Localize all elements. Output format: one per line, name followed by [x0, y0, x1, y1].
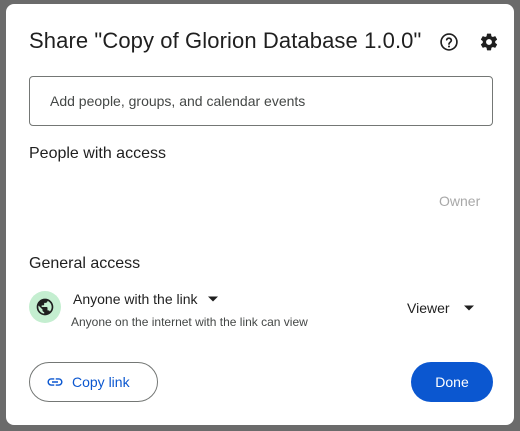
general-access-selected: Anyone with the link: [73, 291, 198, 307]
add-people-input[interactable]: [30, 77, 492, 125]
globe-icon: [36, 298, 54, 316]
role-dropdown[interactable]: Viewer: [407, 298, 474, 318]
people-with-access-heading: People with access: [29, 145, 166, 162]
copy-link-label: Copy link: [72, 374, 130, 390]
done-label: Done: [435, 374, 469, 390]
help-circle-icon: [440, 33, 458, 51]
add-people-field[interactable]: [29, 76, 493, 126]
share-dialog: Share "Copy of Glorion Database 1.0.0" P…: [6, 4, 514, 425]
help-button[interactable]: [437, 30, 461, 54]
gear-icon: [480, 33, 498, 51]
caret-down-icon: [463, 305, 474, 311]
role-selected: Viewer: [407, 300, 450, 316]
general-access-heading: General access: [29, 255, 141, 272]
general-access-icon-badge: [29, 291, 61, 323]
owner-label: Owner: [439, 193, 481, 209]
done-button[interactable]: Done: [411, 362, 493, 402]
general-access-dropdown[interactable]: Anyone with the link: [73, 289, 218, 309]
caret-down-icon: [207, 296, 218, 302]
settings-button[interactable]: [477, 30, 501, 54]
dialog-title: Share "Copy of Glorion Database 1.0.0": [29, 28, 422, 53]
copy-link-button[interactable]: Copy link: [29, 362, 158, 402]
general-access-description: Anyone on the internet with the link can…: [71, 315, 308, 329]
link-icon: [47, 378, 63, 386]
